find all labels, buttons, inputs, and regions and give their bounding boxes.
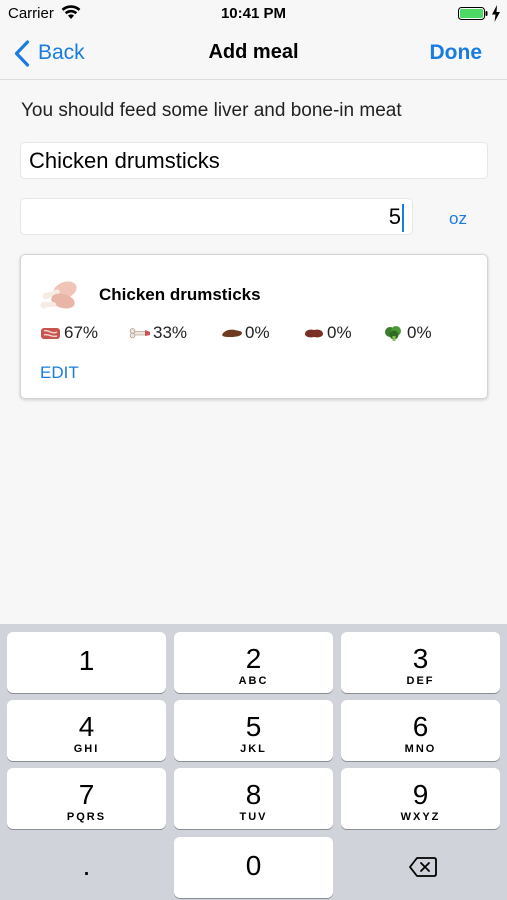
bone-icon — [129, 328, 150, 339]
meal-name-field[interactable]: Chicken drumsticks — [20, 142, 488, 179]
decimal-key[interactable]: . — [7, 838, 166, 898]
key-3[interactable]: 3 DEF — [341, 632, 500, 693]
navigation-bar: Back Add meal Done — [0, 28, 507, 80]
liver-icon — [222, 329, 242, 337]
bone-percent: 33% — [153, 323, 188, 342]
key-number: 7 — [78, 779, 95, 810]
key-7[interactable]: 7 PQRS — [7, 768, 166, 829]
vegetable-percent: 0% — [407, 323, 432, 342]
key-letters: MNO — [404, 743, 437, 755]
key-6[interactable]: 6 MNO — [341, 700, 500, 761]
key-number: 2 — [245, 643, 262, 674]
bone-stat: 33% — [129, 323, 187, 343]
key-letters: DEF — [406, 675, 435, 687]
organ-stat: 0% — [303, 323, 352, 343]
key-number: 4 — [78, 711, 95, 742]
key-number: 6 — [412, 711, 429, 742]
meat-percent: 67% — [64, 323, 99, 342]
meal-card-title: Chicken drumsticks — [99, 285, 261, 304]
key-letters: PQRS — [66, 811, 107, 823]
key-number: 8 — [245, 779, 262, 810]
key-number: 1 — [78, 645, 95, 676]
amount-value: 5 — [388, 204, 401, 229]
key-1[interactable]: 1 — [7, 632, 166, 693]
key-number: 5 — [245, 711, 262, 742]
charging-icon — [492, 5, 500, 22]
key-4[interactable]: 4 GHI — [7, 700, 166, 761]
key-number: 3 — [412, 643, 429, 674]
key-5[interactable]: 5 JKL — [174, 700, 333, 761]
liver-stat: 0% — [221, 323, 270, 343]
battery-icon — [458, 7, 488, 20]
meat-icon — [41, 328, 60, 339]
status-time: 10:41 PM — [220, 5, 287, 22]
key-letters: JKL — [240, 743, 267, 755]
vegetable-icon — [385, 326, 401, 341]
organ-icon — [305, 329, 323, 338]
feeding-hint: You should feed some liver and bone-in m… — [21, 100, 402, 121]
meat-stat: 67% — [40, 323, 98, 343]
edit-button[interactable]: EDIT — [40, 363, 79, 383]
key-letters: GHI — [73, 743, 100, 755]
status-bar: Carrier 10:41 PM — [0, 0, 507, 28]
delete-key[interactable] — [341, 838, 500, 898]
key-number: 0 — [245, 850, 262, 881]
organ-percent: 0% — [327, 323, 352, 342]
key-letters: ABC — [238, 675, 269, 687]
key-8[interactable]: 8 TUV — [174, 768, 333, 829]
vegetable-stat: 0% — [383, 323, 432, 343]
liver-percent: 0% — [245, 323, 270, 342]
delete-backspace-icon — [409, 857, 437, 877]
amount-field[interactable]: 5 — [20, 198, 413, 235]
key-number: 9 — [412, 779, 429, 810]
meal-card: Chicken drumsticks 67% 33% 0% 0% 0% EDIT — [20, 254, 488, 399]
key-2[interactable]: 2 ABC — [174, 632, 333, 693]
unit-toggle-button[interactable]: oz — [449, 209, 467, 229]
key-letters: TUV — [239, 811, 268, 823]
key-0[interactable]: 0 — [174, 837, 333, 898]
key-9[interactable]: 9 WXYZ — [341, 768, 500, 829]
done-button[interactable]: Done — [430, 41, 483, 65]
key-letters: WXYZ — [400, 811, 441, 823]
text-cursor — [402, 204, 404, 233]
drumstick-icon — [40, 281, 77, 309]
